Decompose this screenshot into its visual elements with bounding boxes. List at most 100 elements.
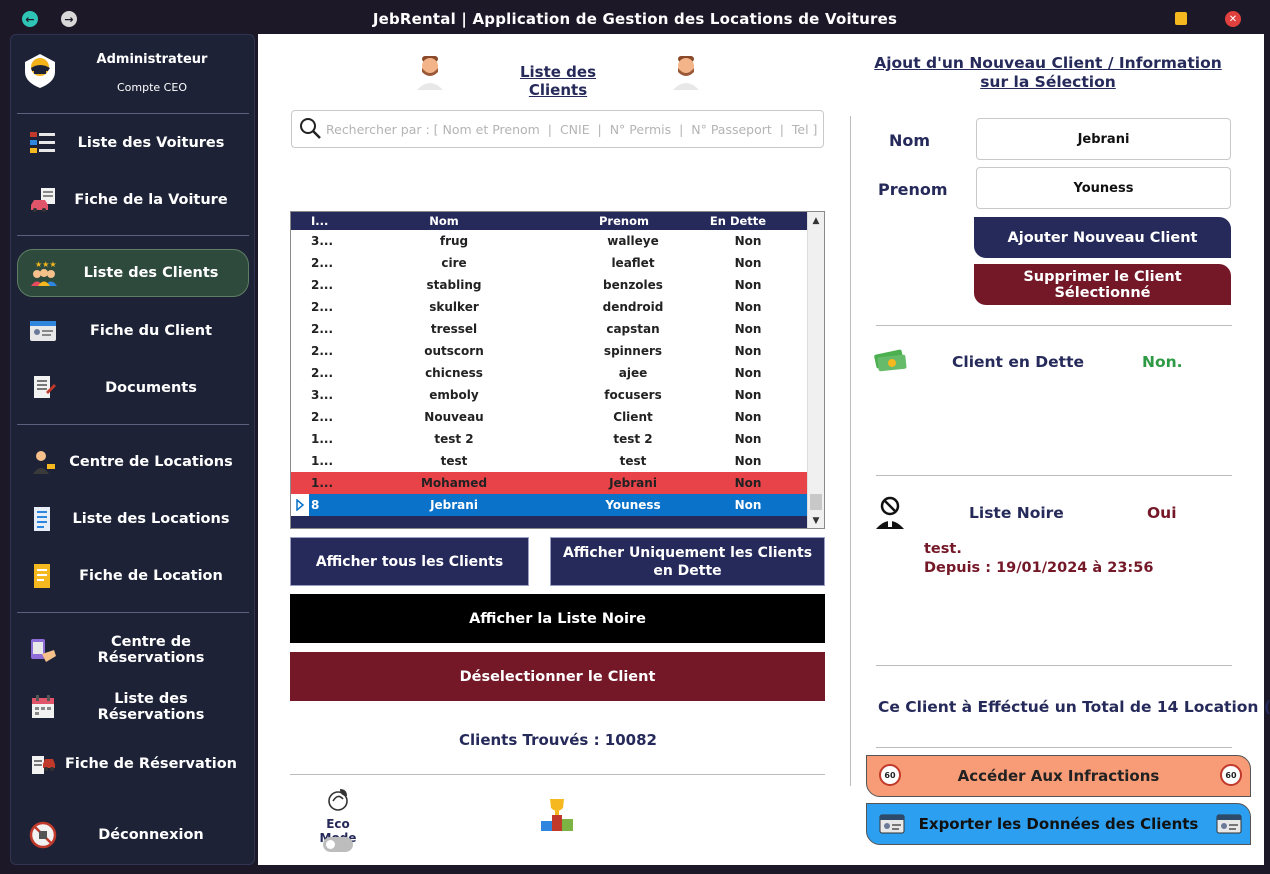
row-header[interactable] bbox=[291, 252, 309, 274]
prenom-label: Prenom bbox=[878, 180, 948, 199]
export-clients-button[interactable]: Exporter les Données des Clients bbox=[866, 803, 1251, 845]
sidebar-item-label: Fiche de la Voiture bbox=[74, 192, 228, 208]
table-row[interactable]: 2... cire leaflet Non bbox=[291, 252, 807, 274]
sidebar-item-documents[interactable]: Documents bbox=[17, 364, 249, 412]
sidebar-item-reservation-list[interactable]: Liste des Réservations bbox=[17, 683, 249, 731]
sidebar-item-reservation-center[interactable]: Centre de Réservations bbox=[17, 626, 249, 674]
row-header[interactable] bbox=[291, 274, 309, 296]
speed-limit-icon: 60 bbox=[1220, 764, 1242, 786]
rental-center-icon bbox=[23, 447, 63, 477]
client-search bbox=[291, 110, 824, 148]
sidebar-item-label: Liste des Réservations bbox=[97, 691, 205, 723]
table-row[interactable]: 2... chicness ajee Non bbox=[291, 362, 807, 384]
id-card-icon bbox=[879, 814, 905, 834]
reservation-list-icon bbox=[23, 692, 63, 722]
sidebar-item-label: Fiche de Location bbox=[79, 568, 223, 584]
sidebar-item-car-list[interactable]: Liste des Voitures bbox=[17, 119, 249, 167]
trophy-podium-icon[interactable] bbox=[539, 796, 575, 832]
row-header[interactable] bbox=[291, 428, 309, 450]
sidebar-item-label: Centre de Locations bbox=[69, 454, 233, 470]
row-header[interactable] bbox=[291, 296, 309, 318]
table-row-selected[interactable]: 8 Jebrani Youness Non bbox=[291, 494, 807, 516]
svg-text:★★★: ★★★ bbox=[35, 260, 57, 269]
blacklist-since: Depuis : 19/01/2024 à 23:56 bbox=[924, 560, 1154, 576]
table-footer-band bbox=[291, 516, 807, 528]
column-header-id[interactable]: I... bbox=[311, 214, 341, 228]
sidebar-item-rental-center[interactable]: Centre de Locations bbox=[17, 438, 249, 486]
search-icon bbox=[300, 118, 321, 139]
column-header-nom[interactable]: Nom bbox=[351, 214, 537, 228]
row-header[interactable] bbox=[291, 472, 309, 494]
rental-list-icon bbox=[23, 504, 63, 534]
minimize-button[interactable] bbox=[1175, 12, 1187, 25]
scroll-thumb[interactable] bbox=[810, 494, 822, 510]
sidebar-item-label: Fiche du Client bbox=[89, 323, 213, 339]
sidebar-item-client-card[interactable]: Fiche du Client bbox=[17, 307, 249, 355]
sidebar-divider bbox=[17, 235, 249, 236]
row-header[interactable] bbox=[291, 384, 309, 406]
add-client-button[interactable]: Ajouter Nouveau Client bbox=[974, 217, 1231, 258]
row-header[interactable] bbox=[291, 318, 309, 340]
eco-mode-toggle[interactable] bbox=[323, 837, 353, 852]
table-row[interactable]: 2... Nouveau Client Non bbox=[291, 406, 807, 428]
row-header[interactable] bbox=[291, 494, 309, 516]
divider bbox=[290, 774, 825, 775]
sidebar-divider bbox=[17, 612, 249, 613]
client-list-title[interactable]: Liste des Clients bbox=[498, 63, 618, 99]
sidebar-item-label: Centre de Réservations bbox=[97, 634, 205, 666]
scroll-down-icon[interactable]: ▼ bbox=[811, 516, 821, 526]
table-row[interactable]: 1... test test Non bbox=[291, 450, 807, 472]
blacklist-reason-text: test. bbox=[924, 541, 962, 557]
table-scrollbar[interactable]: ▲ ▼ bbox=[807, 212, 824, 528]
rental-sheet-icon bbox=[23, 561, 63, 591]
table-row[interactable]: 2... skulker dendroid Non bbox=[291, 296, 807, 318]
table-row[interactable]: 3... emboly focusers Non bbox=[291, 384, 807, 406]
sidebar-item-label: Documents bbox=[105, 380, 197, 396]
delete-client-button[interactable]: Supprimer le Client Sélectionné bbox=[974, 264, 1231, 305]
logout-icon bbox=[23, 820, 63, 850]
nom-label: Nom bbox=[889, 131, 931, 150]
sidebar-item-car-sheet[interactable]: Fiche de la Voiture bbox=[17, 176, 249, 224]
prenom-field[interactable]: Youness bbox=[976, 167, 1231, 209]
infractions-button[interactable]: 60 Accéder Aux Infractions 60 bbox=[866, 755, 1251, 797]
sidebar-item-rental-list[interactable]: Liste des Locations bbox=[17, 495, 249, 543]
search-input[interactable] bbox=[324, 121, 823, 137]
blacklist-person-icon bbox=[876, 496, 904, 529]
table-row[interactable]: 3... frug walleye Non bbox=[291, 230, 807, 252]
user-name: Administrateur bbox=[96, 52, 208, 67]
clients-found-count: Clients Trouvés : 10082 bbox=[459, 731, 657, 749]
row-header[interactable] bbox=[291, 406, 309, 428]
sidebar-item-reservation-sheet[interactable]: Fiche de Réservation bbox=[17, 740, 249, 788]
show-all-clients-button[interactable]: Afficher tous les Clients bbox=[290, 537, 529, 586]
show-debt-clients-button[interactable]: Afficher Uniquement les Clients en Dette bbox=[550, 537, 825, 586]
clients-table: I... Nom Prenom En Dette 3... frug walleye… bbox=[290, 211, 825, 529]
infractions-label: Accéder Aux Infractions bbox=[957, 767, 1160, 785]
row-header[interactable] bbox=[291, 362, 309, 384]
sidebar-item-rental-sheet[interactable]: Fiche de Location bbox=[17, 552, 249, 600]
table-row[interactable]: 1... test 2 test 2 Non bbox=[291, 428, 807, 450]
sidebar-item-label: Déconnexion bbox=[98, 827, 204, 843]
show-blacklist-button[interactable]: Afficher la Liste Noire bbox=[290, 594, 825, 643]
column-header-prenom[interactable]: Prenom bbox=[577, 214, 671, 228]
deselect-client-button[interactable]: Déselectionner le Client bbox=[290, 652, 825, 701]
debt-value: Non. bbox=[1142, 353, 1183, 371]
panel-divider bbox=[850, 116, 851, 786]
row-header[interactable] bbox=[291, 230, 309, 252]
table-row[interactable]: 2... stabling benzoles Non bbox=[291, 274, 807, 296]
column-header-dette[interactable]: En Dette bbox=[691, 214, 785, 228]
client-avatar-icon bbox=[417, 56, 443, 90]
row-header[interactable] bbox=[291, 340, 309, 362]
user-info: Administrateur Compte CEO bbox=[11, 35, 256, 115]
row-header[interactable] bbox=[291, 450, 309, 472]
nom-field[interactable]: Jebrani bbox=[976, 118, 1231, 160]
sidebar-item-logout[interactable]: Déconnexion bbox=[17, 811, 249, 859]
close-button[interactable]: ✕ bbox=[1225, 11, 1241, 27]
main-panel: Liste des Clients I... Nom Prenom En Det… bbox=[258, 34, 1270, 865]
documents-icon bbox=[23, 373, 63, 403]
blacklist-reason: test. Depuis : 19/01/2024 à 23:56 bbox=[924, 540, 1153, 578]
table-row-blacklisted[interactable]: 1... Mohamed Jebrani Non bbox=[291, 472, 807, 494]
table-row[interactable]: 2... tressel capstan Non bbox=[291, 318, 807, 340]
sidebar-item-client-list[interactable]: ★★★ Liste des Clients bbox=[17, 249, 249, 297]
table-row[interactable]: 2... outscorn spinners Non bbox=[291, 340, 807, 362]
scroll-up-icon[interactable]: ▲ bbox=[811, 216, 821, 226]
